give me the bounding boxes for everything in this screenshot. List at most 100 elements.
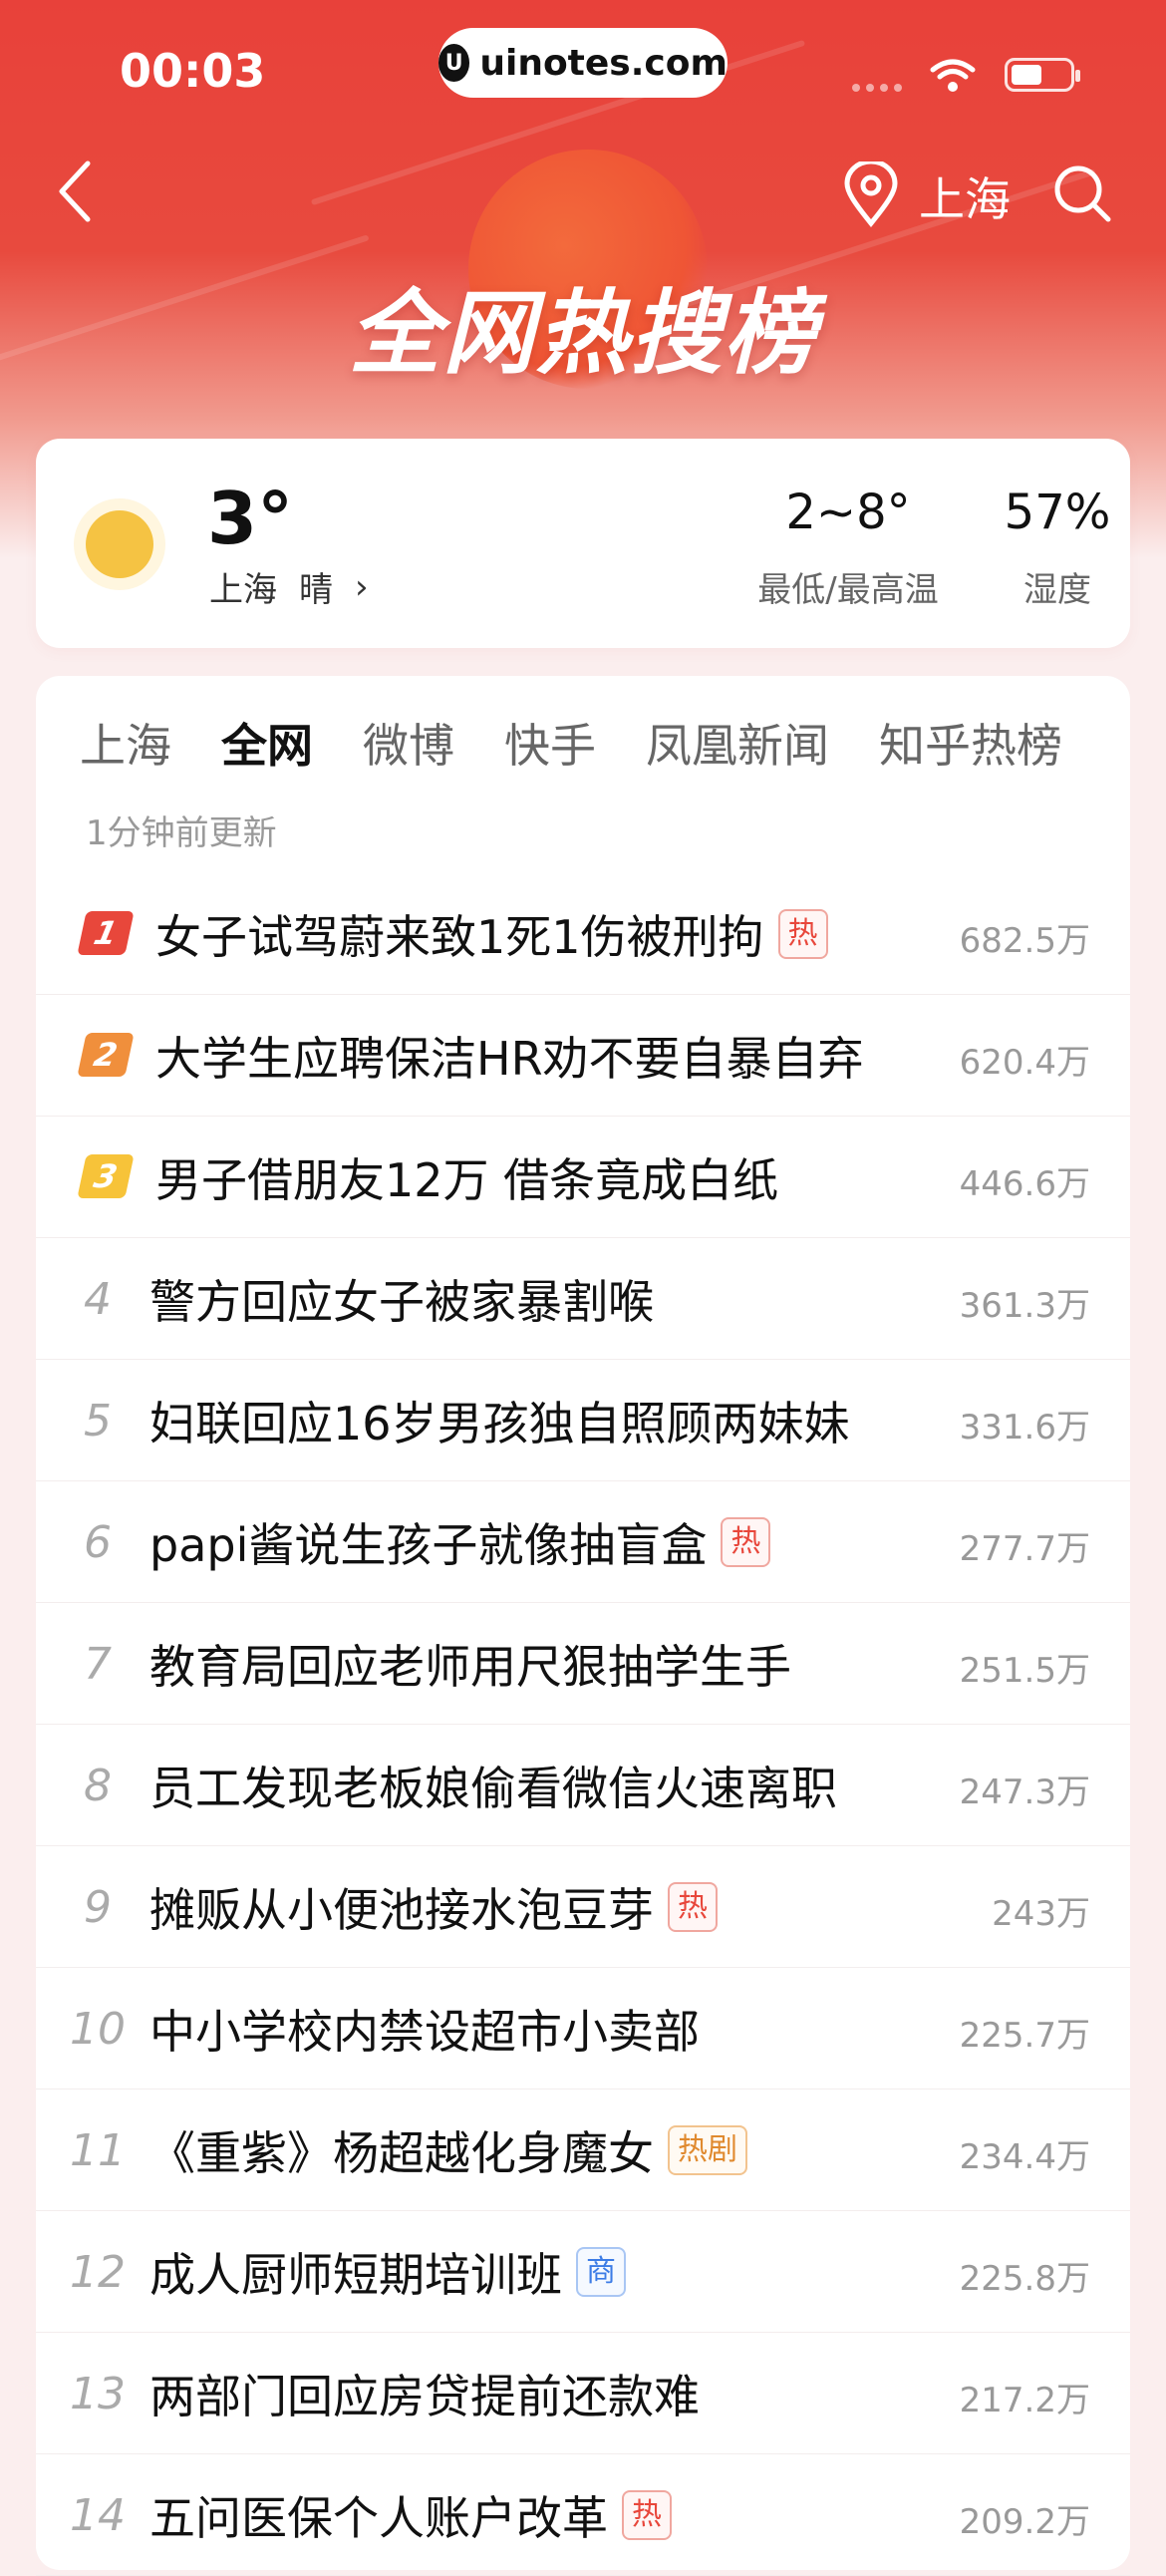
list-item[interactable]: 3 男子借朋友12万 借条竟成白纸 446.6万 — [36, 1117, 1130, 1238]
item-title: 中小学校内禁设超市小卖部 — [149, 2005, 700, 2059]
list-item[interactable]: 7 教育局回应老师用尺狠抽学生手 251.5万 — [36, 1603, 1130, 1725]
item-title: 警方回应女子被家暴割喉 — [149, 1275, 654, 1329]
list-item[interactable]: 8 员工发现老板娘偷看微信火速离职 247.3万 — [36, 1725, 1130, 1846]
heat-count: 243万 — [992, 1894, 1090, 1934]
weather-temperature: 3° — [207, 477, 294, 560]
rank-number: 8 — [84, 1761, 112, 1811]
rank-badge: 3 — [77, 1154, 135, 1198]
tab-3[interactable]: 快手 — [504, 710, 596, 776]
item-title-row: 警方回应女子被家暴割喉 — [149, 1266, 654, 1332]
search-icon[interactable] — [1052, 163, 1112, 223]
list-item[interactable]: 9 摊贩从小便池接水泡豆芽热 243万 — [36, 1846, 1130, 1968]
rank-badge: 1 — [77, 911, 135, 955]
heat-count: 361.3万 — [959, 1286, 1090, 1326]
weather-city-row[interactable]: 上海 晴 › — [209, 562, 369, 611]
chevron-right-icon: › — [355, 566, 369, 607]
weather-card[interactable]: 3° 上海 晴 › 2~8° 最低/最高温 57% 湿度 — [36, 439, 1130, 648]
location-label[interactable]: 上海 — [919, 163, 1011, 229]
weather-range: 2~8° — [785, 484, 911, 540]
list-item[interactable]: 1 女子试驾蔚来致1死1伤被刑拘热 682.5万 — [36, 873, 1130, 995]
heat-count: 217.2万 — [959, 2381, 1090, 2420]
item-title-row: 两部门回应房贷提前还款难 — [149, 2361, 700, 2426]
tab-1[interactable]: 全网 — [221, 710, 313, 778]
heat-count: 225.8万 — [959, 2259, 1090, 2299]
source-tabs: 上海 全网 微博 快手 凤凰新闻 知乎热榜 — [80, 710, 1112, 778]
item-title: 男子借朋友12万 借条竟成白纸 — [155, 1153, 779, 1207]
item-title: 五问医保个人账户改革 — [149, 2491, 608, 2545]
heat-count: 251.5万 — [959, 1651, 1090, 1691]
heat-count: 209.2万 — [959, 2502, 1090, 2542]
site-pill: U uinotes.com — [438, 28, 728, 98]
list-item[interactable]: 4 警方回应女子被家暴割喉 361.3万 — [36, 1238, 1130, 1360]
hot-tag: 热 — [721, 1517, 771, 1567]
heat-count: 446.6万 — [959, 1164, 1090, 1204]
item-title-row: 教育局回应老师用尺狠抽学生手 — [149, 1631, 791, 1697]
rank-badge: 2 — [77, 1033, 135, 1077]
list-item[interactable]: 6 papi酱说生孩子就像抽盲盒热 277.7万 — [36, 1481, 1130, 1603]
list-item[interactable]: 14 五问医保个人账户改革热 209.2万 — [36, 2454, 1130, 2576]
rank-number: 14 — [70, 2490, 126, 2541]
rank-number: 7 — [84, 1639, 112, 1690]
item-title-row: 大学生应聘保洁HR劝不要自暴自弃 — [155, 1023, 864, 1089]
tab-5[interactable]: 知乎热榜 — [879, 710, 1062, 776]
rank-number: 9 — [84, 1882, 112, 1933]
item-title-row: 男子借朋友12万 借条竟成白纸 — [155, 1144, 778, 1210]
hot-tag: 热 — [777, 909, 828, 959]
page-title: 全网热搜榜 — [348, 280, 817, 387]
rank-number: 13 — [70, 2369, 126, 2419]
item-title-row: 成人厨师短期培训班商 — [149, 2239, 626, 2305]
biz-tag: 商 — [576, 2247, 626, 2297]
rank-number: 11 — [70, 2125, 126, 2176]
wifi-icon — [930, 59, 976, 92]
drama-tag: 热剧 — [668, 2125, 747, 2175]
weather-humidity: 57% — [1004, 484, 1111, 540]
item-title: 成人厨师短期培训班 — [149, 2248, 562, 2302]
tab-4[interactable]: 凤凰新闻 — [646, 710, 829, 776]
item-title: 教育局回应老师用尺狠抽学生手 — [149, 1640, 791, 1694]
rank-number: 5 — [84, 1396, 112, 1447]
heat-count: 247.3万 — [959, 1772, 1090, 1812]
list-item[interactable]: 13 两部门回应房贷提前还款难 217.2万 — [36, 2333, 1130, 2454]
sunny-icon — [74, 498, 165, 590]
item-title: papi酱说生孩子就像抽盲盒 — [149, 1518, 708, 1572]
hot-tag: 热 — [622, 2490, 672, 2540]
site-label: uinotes.com — [479, 42, 728, 84]
list-item[interactable]: 2 大学生应聘保洁HR劝不要自暴自弃 620.4万 — [36, 995, 1130, 1117]
list-item[interactable]: 5 妇联回应16岁男孩独自照顾两妹妹 331.6万 — [36, 1360, 1130, 1481]
back-button[interactable] — [56, 160, 96, 223]
rank-number: 10 — [70, 2004, 126, 2055]
item-title-row: 妇联回应16岁男孩独自照顾两妹妹 — [149, 1388, 850, 1453]
hot-tag: 热 — [668, 1882, 718, 1932]
hot-list-card: 上海 全网 微博 快手 凤凰新闻 知乎热榜 1分钟前更新 1 女子试驾蔚来致1死1伤被刑拘热… — [36, 676, 1130, 2576]
uinotes-logo-icon: U — [438, 44, 470, 82]
item-title-row: papi酱说生孩子就像抽盲盒热 — [149, 1509, 771, 1575]
heat-count: 277.7万 — [959, 1529, 1090, 1569]
weather-condition: 晴 — [299, 570, 333, 610]
weather-humidity-label: 湿度 — [1023, 570, 1091, 610]
battery-icon — [1005, 58, 1080, 92]
weather-range-label: 最低/最高温 — [757, 570, 939, 610]
hot-list: 1 女子试驾蔚来致1死1伤被刑拘热 682.5万 2 大学生应聘保洁HR劝不要自暴自弃 6… — [36, 873, 1130, 2576]
list-item[interactable]: 11 《重紫》杨超越化身魔女 热剧 234.4万 — [36, 2090, 1130, 2211]
item-title: 两部门回应房贷提前还款难 — [149, 2370, 700, 2423]
list-item[interactable]: 12 成人厨师短期培训班商 225.8万 — [36, 2211, 1130, 2333]
item-title: 摊贩从小便池接水泡豆芽 — [149, 1883, 654, 1937]
item-title-row: 《重紫》杨超越化身魔女 热剧 — [149, 2117, 747, 2183]
item-title-row: 五问医保个人账户改革热 — [149, 2482, 672, 2548]
heat-count: 225.7万 — [959, 2016, 1090, 2056]
item-title-row: 中小学校内禁设超市小卖部 — [149, 1996, 700, 2062]
heat-count: 620.4万 — [959, 1043, 1090, 1083]
list-item[interactable]: 10 中小学校内禁设超市小卖部 225.7万 — [36, 1968, 1130, 2090]
item-title: 妇联回应16岁男孩独自照顾两妹妹 — [149, 1397, 850, 1450]
location-icon[interactable] — [843, 161, 899, 227]
tab-2[interactable]: 微博 — [363, 710, 454, 776]
tab-0[interactable]: 上海 — [80, 710, 171, 776]
item-title: 《重紫》杨超越化身魔女 — [149, 2126, 654, 2180]
heat-count: 331.6万 — [959, 1408, 1090, 1448]
item-title-row: 员工发现老板娘偷看微信火速离职 — [149, 1753, 837, 1818]
heat-count: 234.4万 — [959, 2137, 1090, 2177]
signal-icon — [852, 84, 902, 92]
rank-number: 12 — [70, 2247, 126, 2298]
weather-city: 上海 — [209, 570, 277, 610]
status-time: 00:03 — [120, 44, 266, 98]
